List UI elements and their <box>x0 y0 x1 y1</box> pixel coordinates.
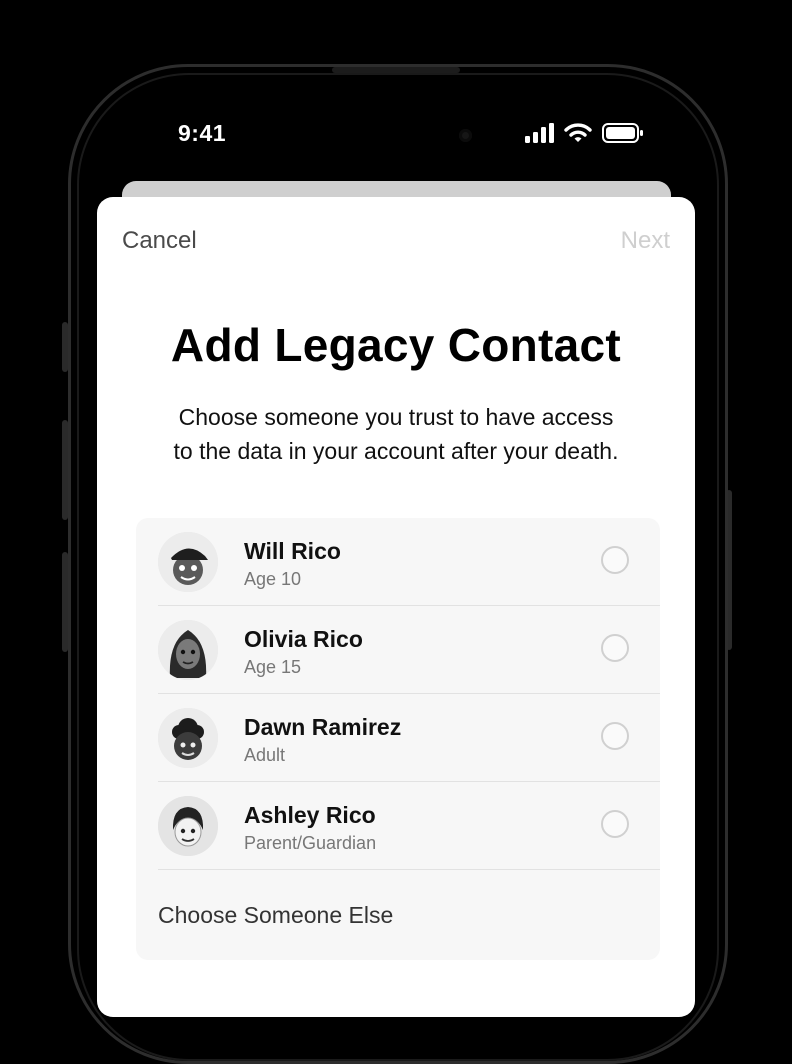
contacts-list: Will Rico Age 10 Olivia Rico Age 15 Dawn… <box>136 518 660 960</box>
subtitle-line-2: to the data in your account after your d… <box>173 438 619 464</box>
contact-row-dawn-ramirez[interactable]: Dawn Ramirez Adult <box>136 694 660 782</box>
choose-someone-else-button[interactable]: Choose Someone Else <box>158 902 393 929</box>
contact-name: Olivia Rico <box>244 626 363 652</box>
select-radio[interactable] <box>601 722 629 750</box>
contact-detail: Age 15 <box>244 657 302 677</box>
select-radio[interactable] <box>601 634 629 662</box>
page-subtitle: Choose someone you trust to have access … <box>120 400 672 468</box>
status-bar-time: 9:41 <box>178 120 227 146</box>
memoji-avatar-icon <box>158 532 218 592</box>
page-title: Add Legacy Contact <box>170 319 622 371</box>
battery-icon <box>602 122 644 149</box>
contact-name: Will Rico <box>244 538 341 564</box>
contact-detail: Adult <box>244 745 286 765</box>
contact-row-olivia-rico[interactable]: Olivia Rico Age 15 <box>136 606 660 694</box>
contact-detail: Parent/Guardian <box>244 833 377 853</box>
memoji-avatar-icon <box>158 708 218 768</box>
subtitle-line-1: Choose someone you trust to have access <box>178 404 614 430</box>
select-radio[interactable] <box>601 810 629 838</box>
contact-row-will-rico[interactable]: Will Rico Age 10 <box>136 518 660 606</box>
contact-detail: Age 10 <box>244 569 302 589</box>
status-bar-icons <box>524 122 644 149</box>
select-radio[interactable] <box>601 546 629 574</box>
contact-name: Ashley Rico <box>244 802 376 828</box>
front-camera-icon <box>459 129 472 142</box>
wifi-icon <box>564 122 592 149</box>
contact-name: Dawn Ramirez <box>244 714 402 740</box>
cancel-button[interactable]: Cancel <box>122 227 197 255</box>
memoji-avatar-icon <box>158 620 218 680</box>
contact-row-ashley-rico[interactable]: Ashley Rico Parent/Guardian <box>136 782 660 870</box>
memoji-avatar-icon <box>158 796 218 856</box>
next-button[interactable]: Next <box>621 227 670 255</box>
earpiece-speaker <box>332 67 460 73</box>
row-divider <box>158 869 660 870</box>
cellular-signal-icon <box>524 122 554 149</box>
